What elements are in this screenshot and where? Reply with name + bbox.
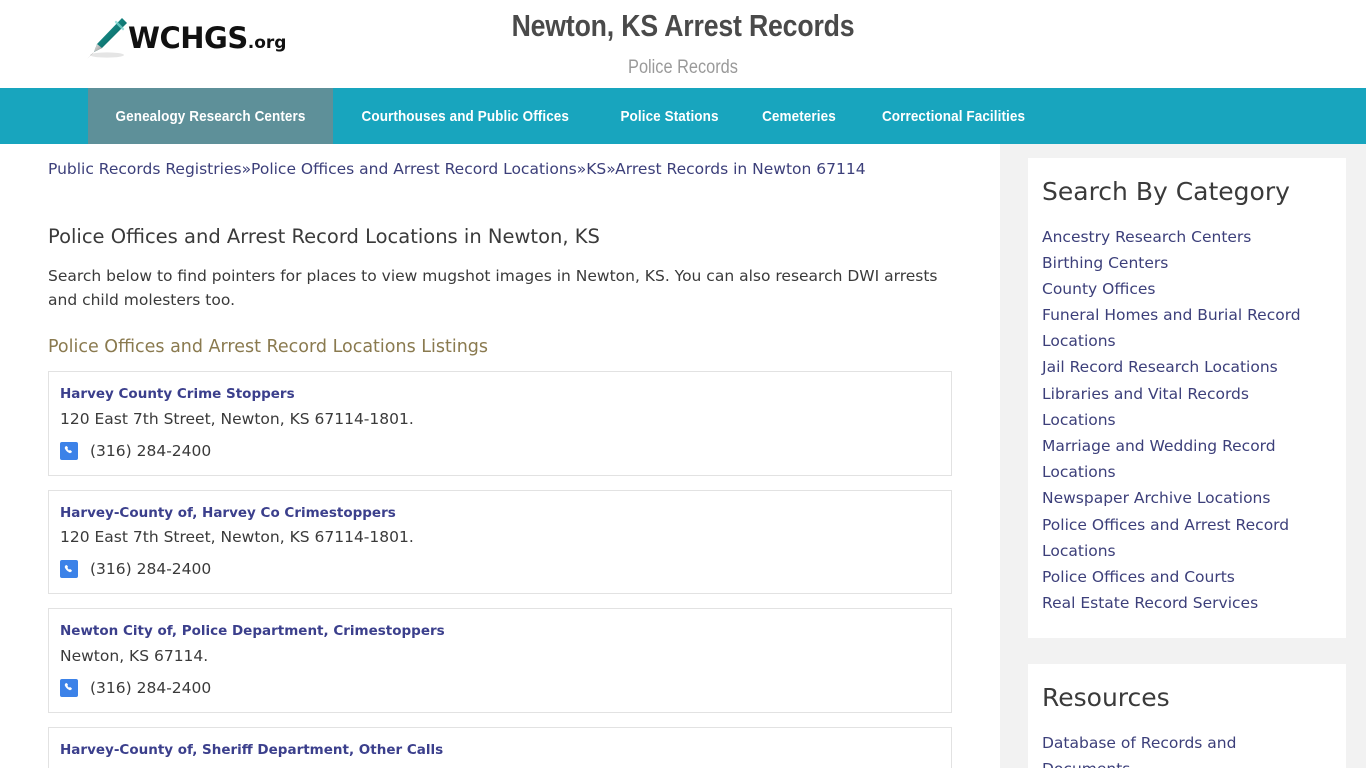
sidebar-panel-title: Search By Category	[1042, 177, 1290, 206]
breadcrumb-item[interactable]: Arrest Records in Newton 67114	[615, 160, 865, 178]
nav-item-label: Cemeteries	[761, 107, 836, 125]
sidebar-link-list: Database of Records and DocumentsBirth C…	[1042, 730, 1324, 768]
nav-item-label: Police Stations	[620, 107, 719, 125]
breadcrumb-separator: »	[606, 160, 616, 178]
listing-phone-number[interactable]: (316) 284-2400	[90, 679, 211, 697]
nav-item-police-stations[interactable]: Police Stations	[598, 88, 741, 144]
listing-phone-row: (316) 284-2400	[60, 441, 935, 460]
breadcrumb-item[interactable]: Public Records Registries	[48, 160, 242, 178]
nav-item-genealogy-research-centers[interactable]: Genealogy Research Centers	[88, 88, 334, 144]
listing-card: Harvey-County of, Sheriff Department, Ot…	[48, 726, 952, 768]
listing-phone-number[interactable]: (316) 284-2400	[90, 560, 211, 578]
page-body: Public Records Registries»Police Offices…	[0, 144, 1366, 768]
listing-address: Newton, KS 67114.	[60, 764, 935, 768]
site-header: WCHGS.org Newton, KS Arrest Records Poli…	[0, 0, 1366, 88]
breadcrumb-separator: »	[241, 160, 252, 178]
main-content: Public Records Registries»Police Offices…	[0, 144, 1000, 768]
nav-item-courthouses-and-public-offices[interactable]: Courthouses and Public Offices	[333, 88, 598, 144]
phone-icon	[60, 678, 78, 697]
sidebar-link[interactable]: Newspaper Archive Locations	[1042, 485, 1324, 511]
sidebar-link[interactable]: Police Offices and Arrest Record Locatio…	[1042, 512, 1324, 564]
sidebar-panel: Resources Database of Records and Documen…	[1028, 664, 1346, 768]
sidebar-link[interactable]: Police Offices and Courts	[1042, 564, 1324, 590]
logo-text: WCHGS.org	[128, 20, 287, 55]
sidebar-link-list: Ancestry Research Centers Birthing Center…	[1042, 224, 1324, 617]
sidebar-panel: Search By Category Ancestry Research Cent…	[1028, 158, 1346, 639]
nav-item-cemeteries[interactable]: Cemeteries	[741, 88, 857, 144]
nav-item-correctional-facilities[interactable]: Correctional Facilities	[857, 88, 1050, 144]
sidebar-link[interactable]: Birthing Centers	[1042, 250, 1324, 276]
sidebar-link[interactable]: Ancestry Research Centers	[1042, 224, 1324, 250]
sidebar-link[interactable]: Database of Records and Documents	[1042, 730, 1324, 768]
listing-address: 120 East 7th Street, Newton, KS 67114-18…	[60, 528, 414, 547]
phone-icon	[60, 441, 78, 460]
logo-brand: WCHGS	[128, 20, 248, 55]
nav-item-label: Genealogy Research Centers	[115, 107, 306, 125]
section-heading: Police Offices and Arrest Record Locatio…	[48, 224, 600, 248]
listing-name-link[interactable]: Harvey-County of, Sheriff Department, Ot…	[60, 742, 935, 760]
listing-address: 120 East 7th Street, Newton, KS 67114-18…	[60, 409, 414, 428]
listing-address: Newton, KS 67114.	[60, 646, 209, 665]
listings-heading: Police Offices and Arrest Record Locatio…	[48, 337, 489, 358]
sidebar-link[interactable]: Jail Record Research Locations	[1042, 354, 1324, 380]
listing-phone-row: (316) 284-2400	[60, 678, 935, 697]
breadcrumb: Public Records Registries»Police Offices…	[48, 144, 952, 181]
listing-name-link[interactable]: Newton City of, Police Department, Crime…	[60, 623, 935, 641]
site-logo[interactable]: WCHGS.org	[78, 12, 286, 64]
listing-name-link[interactable]: Harvey County Crime Stoppers	[60, 386, 935, 404]
sidebar: Search By Category Ancestry Research Cent…	[1000, 144, 1366, 768]
nav-item-label: Correctional Facilities	[881, 107, 1025, 125]
sidebar-link[interactable]: Marriage and Wedding Record Locations	[1042, 433, 1324, 485]
sidebar-panel-title: Resources	[1042, 683, 1170, 713]
logo-tld: .org	[247, 32, 287, 53]
main-navigation: Genealogy Research Centers Courthouses an…	[0, 88, 1366, 144]
phone-icon	[60, 560, 78, 579]
sidebar-link[interactable]: Libraries and Vital Records Locations	[1042, 381, 1324, 433]
breadcrumb-item[interactable]: Police Offices and Arrest Record Locatio…	[251, 160, 577, 178]
pen-icon	[78, 14, 130, 62]
section-description: Search below to find pointers for places…	[48, 267, 938, 310]
listing-phone-row: (316) 284-2400	[60, 560, 935, 579]
listing-card: Newton City of, Police Department, Crime…	[48, 608, 952, 713]
listing-phone-number[interactable]: (316) 284-2400	[90, 442, 211, 460]
sidebar-link[interactable]: Funeral Homes and Burial Record Location…	[1042, 302, 1324, 354]
listings-container: Harvey County Crime Stoppers 120 East 7th…	[48, 371, 952, 768]
nav-item-label: Courthouses and Public Offices	[361, 107, 570, 125]
breadcrumb-item[interactable]: KS	[586, 160, 606, 178]
listing-name-link[interactable]: Harvey-County of, Harvey Co Crimestopper…	[60, 505, 935, 523]
breadcrumb-separator: »	[576, 160, 587, 178]
listing-card: Harvey County Crime Stoppers 120 East 7th…	[48, 371, 952, 476]
listing-card: Harvey-County of, Harvey Co Crimestopper…	[48, 489, 952, 595]
sidebar-link[interactable]: County Offices	[1042, 276, 1324, 302]
sidebar-link[interactable]: Real Estate Record Services	[1042, 590, 1324, 616]
